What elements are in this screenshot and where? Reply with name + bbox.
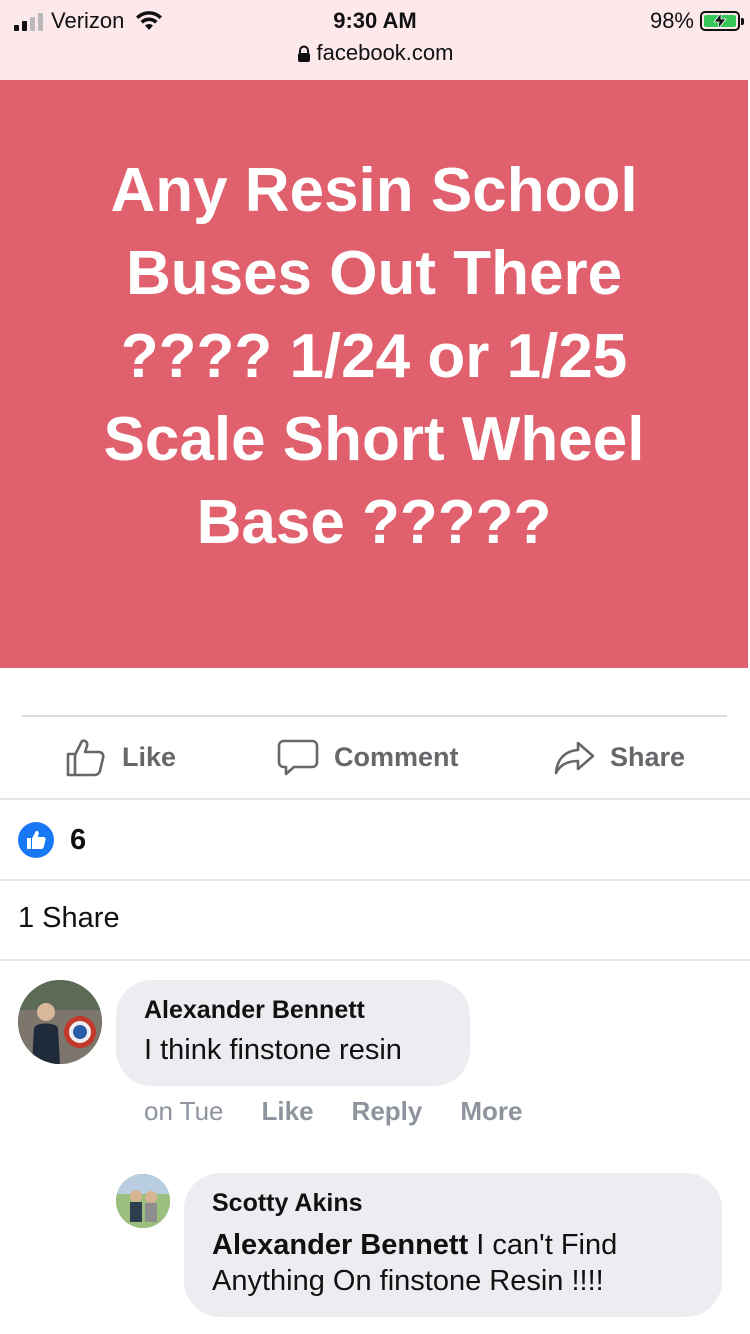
comment-more-button[interactable]: More [460,1096,522,1127]
divider [0,798,750,800]
comment-author[interactable]: Alexander Bennett [144,994,470,1026]
post-text-line: Base ????? [196,487,552,557]
comment-time[interactable]: on Tue [144,1096,224,1127]
post-text-banner: Any Resin School Buses Out There ???? 1/… [0,80,748,668]
post-text-line: Any Resin School [110,155,638,225]
like-button[interactable]: Like [64,725,176,789]
like-reaction-icon [18,822,54,858]
reaction-count: 6 [70,823,87,856]
comment-label: Comment [334,741,459,772]
share-arrow-icon [554,741,595,775]
comment-reply-button[interactable]: Reply [352,1096,423,1127]
comment-bubble[interactable]: Alexander Bennett I think finstone resin [116,980,470,1086]
post-text-line: Buses Out There [125,238,623,308]
share-count[interactable]: 1 Share [18,902,120,935]
comment-text: Alexander Bennett I can't Find Anything O… [212,1227,722,1299]
share-label: Share [610,741,686,772]
divider [22,715,727,717]
post-text-line: ???? 1/24 or 1/25 [120,321,628,391]
post-text-line: Scale Short Wheel [103,404,645,474]
comment-button[interactable]: Comment [276,725,459,789]
reactions-summary[interactable]: 6 [18,820,86,860]
thumbs-up-icon [66,739,105,777]
comment-icon [277,739,319,776]
status-right: 98% [649,6,744,36]
divider [0,879,750,881]
url-text: facebook.com [316,40,454,65]
browser-status-bar: Verizon 9:30 AM 98% facebook.com [0,0,750,80]
comment-text-part: Anything On finstone Resin !!!! [212,1265,604,1297]
battery-percent: 98% [649,8,694,33]
comment-text-part: I can't Find [468,1229,618,1261]
battery-charging-icon [700,11,744,31]
divider [0,959,750,961]
avatar[interactable] [116,1174,170,1228]
avatar[interactable] [18,980,102,1064]
post-action-bar: Like Comment Share [0,725,750,789]
comment-like-button[interactable]: Like [262,1096,314,1127]
comment-actions: on Tue Like Reply More [144,1096,522,1127]
post-text: Any Resin School Buses Out There ???? 1/… [54,149,694,564]
lock-icon [297,45,310,63]
share-button[interactable]: Share [552,725,685,789]
comment-author[interactable]: Scotty Akins [212,1187,722,1219]
status-time: 9:30 AM [333,8,417,33]
address-bar[interactable]: facebook.com [0,38,750,68]
comment-bubble[interactable]: Scotty Akins Alexander Bennett I can't F… [184,1173,722,1317]
like-label: Like [122,741,177,772]
comment-text: I think finstone resin [144,1034,402,1066]
mention-link[interactable]: Alexander Bennett [212,1229,468,1261]
